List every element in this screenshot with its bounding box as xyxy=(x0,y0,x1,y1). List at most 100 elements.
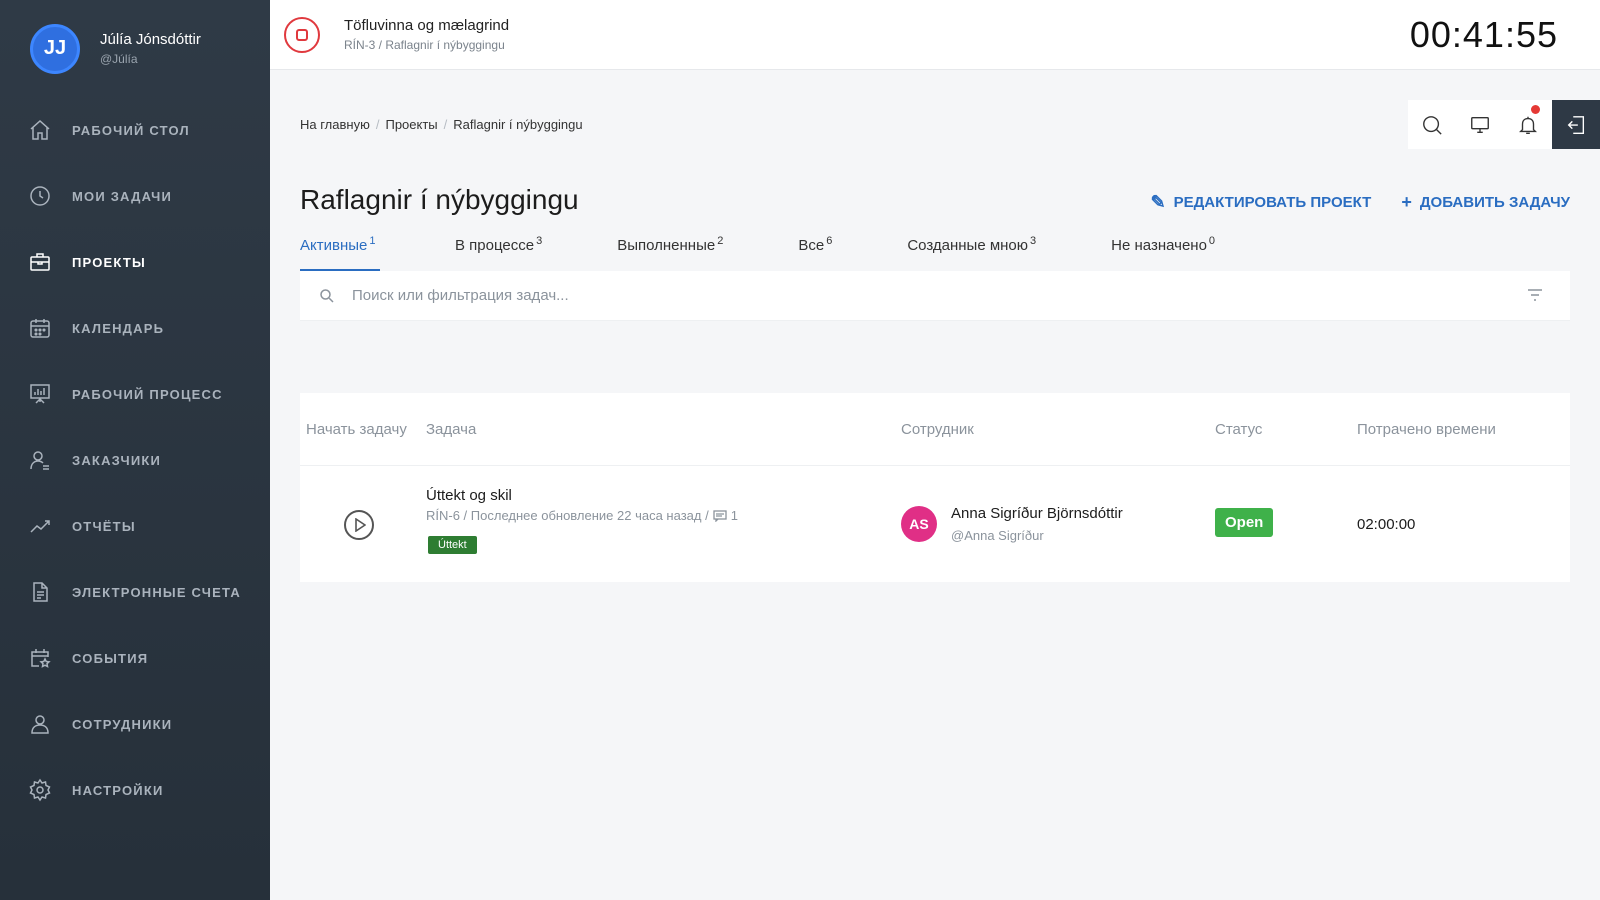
tab-unassigned[interactable]: Не назначено 0 xyxy=(1111,235,1215,271)
tab-label: Все xyxy=(798,237,825,254)
stop-timer-button[interactable] xyxy=(284,16,320,53)
sidebar-item-invoices[interactable]: ЭЛЕКТРОННЫЕ СЧЕТА xyxy=(0,559,270,625)
timer-clock: 00:41:55 xyxy=(1409,14,1558,55)
tab-count: 1 xyxy=(369,235,376,247)
breadcrumb-home[interactable]: На главную xyxy=(300,117,370,132)
task-search-bar xyxy=(300,271,1570,321)
timer-bar: Töfluvinna og mælagrind RÍN-3 / Raflagni… xyxy=(270,0,1600,70)
sidebar-item-events[interactable]: СОБЫТИЯ xyxy=(0,625,270,691)
tab-label: В процессе xyxy=(455,237,535,254)
sidebar-item-label: ЗАКАЗЧИКИ xyxy=(72,452,162,468)
sidebar-item-label: СОТРУДНИКИ xyxy=(72,716,173,732)
comment-icon xyxy=(713,509,727,522)
customer-icon xyxy=(30,451,49,470)
table-row[interactable]: Úttekt og skil RÍN-6 / Последнее обновле… xyxy=(300,466,1570,582)
sidebar-item-label: КАЛЕНДАРЬ xyxy=(72,320,165,336)
tasks-table: Начать задачу Задача Сотрудник Статус По… xyxy=(300,393,1570,582)
start-task-button[interactable] xyxy=(344,510,374,540)
task-meta-text: RÍN-6 / Последнее обновление 22 часа наз… xyxy=(426,508,709,523)
table-header: Начать задачу Задача Сотрудник Статус По… xyxy=(300,393,1570,466)
sidebar-item-my-tasks[interactable]: МОИ ЗАДАЧИ xyxy=(0,163,270,229)
header-employee: Сотрудник xyxy=(901,421,974,438)
sidebar-item-label: МОИ ЗАДАЧИ xyxy=(72,188,173,204)
header-time-spent: Потрачено времени xyxy=(1357,421,1496,438)
time-spent: 02:00:00 xyxy=(1357,516,1416,533)
tab-label: Выполненные xyxy=(617,237,716,254)
tab-count: 6 xyxy=(826,235,833,247)
task-title[interactable]: Úttekt og skil xyxy=(426,487,512,504)
search-button[interactable] xyxy=(1408,100,1456,149)
monitor-icon xyxy=(1471,116,1489,133)
tab-count: 0 xyxy=(1208,235,1216,247)
filter-button[interactable] xyxy=(1526,287,1544,308)
user-profile[interactable]: JJ Júlía Jónsdóttir @Júlía xyxy=(0,0,270,97)
clock-icon xyxy=(30,186,50,206)
search-input[interactable] xyxy=(352,287,1452,304)
stop-icon xyxy=(296,28,308,41)
task-tag: Úttekt xyxy=(428,536,477,554)
display-button[interactable] xyxy=(1456,100,1504,149)
header-task: Задача xyxy=(426,421,477,438)
sidebar-item-customers[interactable]: ЗАКАЗЧИКИ xyxy=(0,427,270,493)
presentation-icon xyxy=(30,384,50,404)
home-icon xyxy=(30,119,50,140)
tab-label: Созданные мною xyxy=(907,237,1029,254)
task-tabs: Активные 1 В процессе 3 Выполненные 2 Все 6 … xyxy=(300,235,1215,271)
search-icon xyxy=(320,288,334,303)
gear-icon xyxy=(29,778,51,802)
sidebar-item-settings[interactable]: НАСТРОЙКИ xyxy=(0,757,270,823)
tab-count: 2 xyxy=(717,235,724,247)
sidebar-item-employees[interactable]: СОТРУДНИКИ xyxy=(0,691,270,757)
employee-handle: @Anna Sigríður xyxy=(951,528,1044,543)
breadcrumb-separator: / xyxy=(443,117,448,132)
breadcrumb-current: Raflagnir í nýbyggingu xyxy=(453,117,583,132)
sidebar-item-projects[interactable]: ПРОЕКТЫ xyxy=(0,229,270,295)
sidebar-item-desktop[interactable]: РАБОЧИЙ СТОЛ xyxy=(0,97,270,163)
user-handle: @Júlía xyxy=(100,52,138,66)
timer-task-subtitle: RÍN-3 / Raflagnir í nýbyggingu xyxy=(344,38,505,52)
sidebar-item-label: ОТЧЁТЫ xyxy=(72,518,136,534)
sidebar: JJ Júlía Jónsdóttir @Júlía РАБОЧИЙ СТОЛ … xyxy=(0,0,270,900)
sidebar-item-label: РАБОЧИЙ ПРОЦЕСС xyxy=(72,386,223,402)
header-status: Статус xyxy=(1215,421,1263,438)
sidebar-item-workflow[interactable]: РАБОЧИЙ ПРОЦЕСС xyxy=(0,361,270,427)
tab-count: 3 xyxy=(536,235,543,247)
logout-icon xyxy=(1567,115,1585,134)
employee-avatar: AS xyxy=(901,506,937,542)
sidebar-item-label: ЭЛЕКТРОННЫЕ СЧЕТА xyxy=(72,584,241,600)
sidebar-item-label: ПРОЕКТЫ xyxy=(72,254,146,270)
sidebar-item-label: РАБОЧИЙ СТОЛ xyxy=(72,122,190,138)
tab-completed[interactable]: Выполненные 2 xyxy=(617,235,723,271)
briefcase-icon xyxy=(30,253,50,271)
breadcrumb-projects[interactable]: Проекты xyxy=(385,117,437,132)
tab-label: Не назначено xyxy=(1111,237,1207,254)
status-badge[interactable]: Open xyxy=(1215,508,1274,537)
add-task-button[interactable]: + ДОБАВИТЬ ЗАДАЧУ xyxy=(1401,192,1570,213)
tab-count: 3 xyxy=(1030,235,1037,247)
tab-active[interactable]: Активные 1 xyxy=(300,235,380,271)
page-title: Raflagnir í nýbyggingu xyxy=(300,184,579,215)
sidebar-item-reports[interactable]: ОТЧЁТЫ xyxy=(0,493,270,559)
calendar-star-icon xyxy=(31,649,51,668)
tab-all[interactable]: Все 6 xyxy=(798,235,832,271)
tab-in-progress[interactable]: В процессе 3 xyxy=(455,235,542,271)
toolbar xyxy=(1408,100,1600,149)
logout-button[interactable] xyxy=(1552,100,1600,149)
comment-count: 1 xyxy=(730,508,738,523)
timer-task-title[interactable]: Töfluvinna og mælagrind xyxy=(344,17,509,34)
play-icon xyxy=(355,518,366,532)
notification-dot xyxy=(1531,105,1540,114)
user-name: Júlía Jónsdóttir xyxy=(100,31,201,48)
breadcrumb: На главную / Проекты / Raflagnir í nýbyg… xyxy=(300,117,583,132)
tab-created-by-me[interactable]: Созданные мною 3 xyxy=(907,235,1036,271)
sidebar-item-calendar[interactable]: КАЛЕНДАРЬ xyxy=(0,295,270,361)
add-task-label: ДОБАВИТЬ ЗАДАЧУ xyxy=(1419,194,1570,211)
filter-icon xyxy=(1528,289,1542,301)
avatar[interactable]: JJ xyxy=(30,23,80,74)
sidebar-item-label: НАСТРОЙКИ xyxy=(72,782,164,798)
chart-line-icon xyxy=(30,520,50,533)
edit-project-button[interactable]: ✎ РЕДАКТИРОВАТЬ ПРОЕКТ xyxy=(1151,192,1372,213)
pencil-icon: ✎ xyxy=(1150,192,1166,212)
notifications-button[interactable] xyxy=(1504,100,1552,149)
plus-icon: + xyxy=(1401,192,1412,212)
